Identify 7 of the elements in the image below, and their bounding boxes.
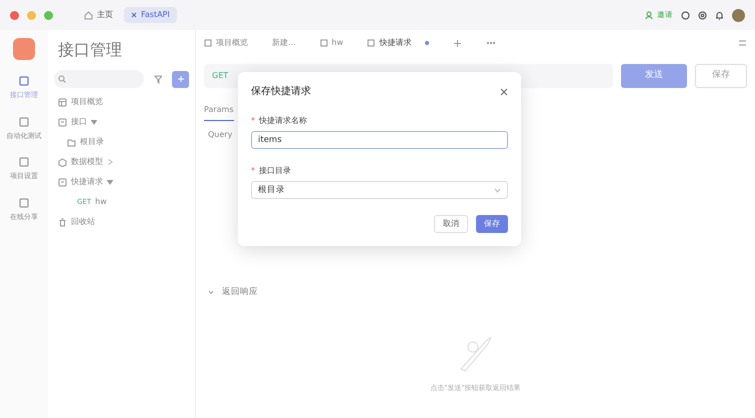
field-label: 快捷请求名称 [259, 115, 307, 127]
field-label: 接口目录 [259, 165, 291, 177]
sidebar-title: 接口管理 [57, 39, 123, 61]
required-mark: * [251, 115, 255, 127]
required-mark: * [251, 165, 255, 177]
section-label: Query [208, 129, 232, 141]
method-label: GET [212, 70, 228, 82]
